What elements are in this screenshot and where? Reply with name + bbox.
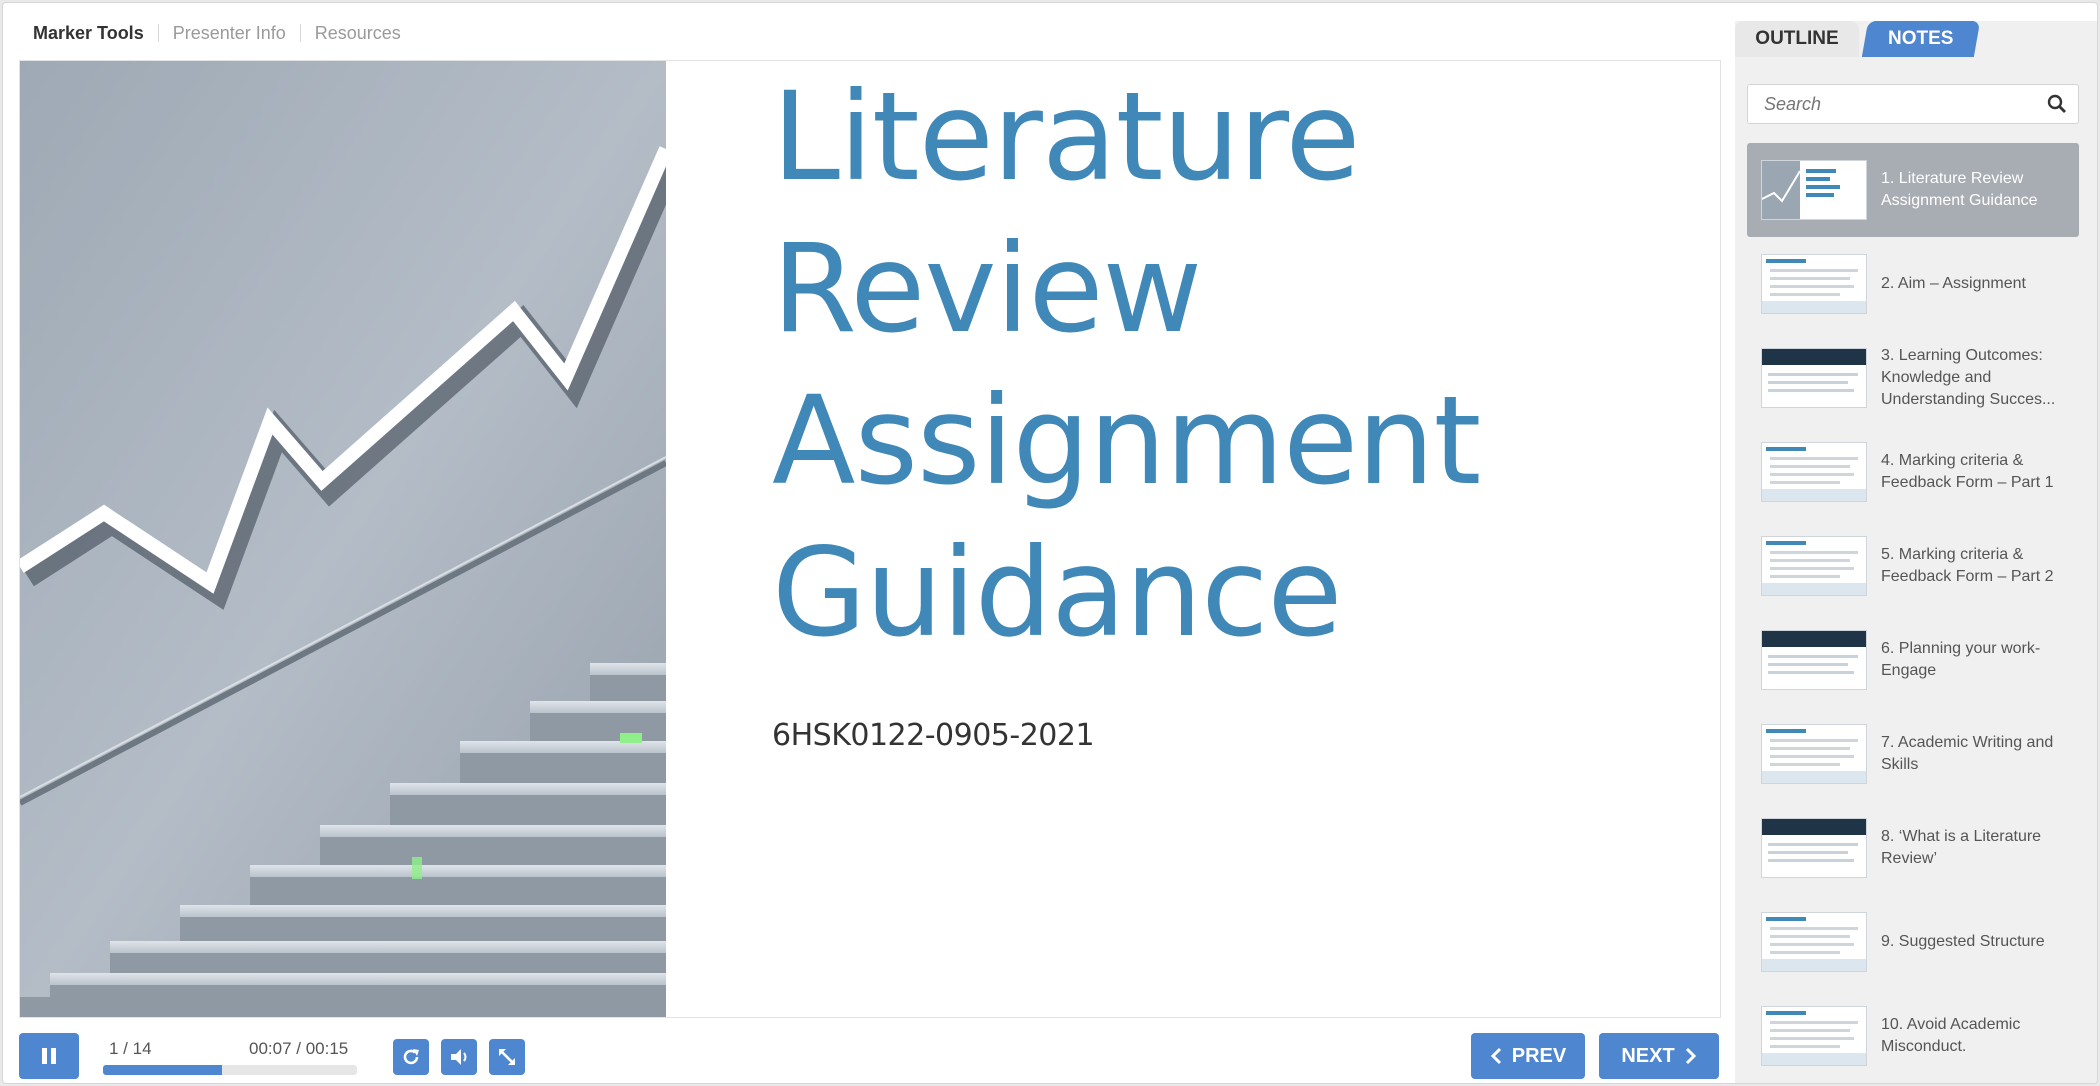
slide-thumbnail <box>1761 536 1867 596</box>
outline-item[interactable]: 9. Suggested Structure <box>1747 895 2079 989</box>
pause-icon <box>42 1048 56 1064</box>
player-controls: 1 / 14 00:07 / 00:15 PREV NEXT <box>19 1029 1719 1079</box>
progress-fill <box>103 1065 223 1075</box>
tab-outline[interactable]: OUTLINE <box>1735 21 1859 57</box>
slide-stage: Literature Review Assignment Guidance 6H… <box>19 60 1721 1018</box>
outline-item[interactable]: 7. Academic Writing and Skills <box>1747 707 2079 801</box>
slide-thumbnail <box>1761 1006 1867 1066</box>
slide-thumbnail <box>1761 818 1867 878</box>
search-input[interactable] <box>1762 93 2036 116</box>
prev-label: PREV <box>1511 1044 1567 1067</box>
outline-item[interactable]: 8. ‘What is a Literature Review’ <box>1747 801 2079 895</box>
marker-tools-link[interactable]: Marker Tools <box>21 24 158 42</box>
volume-icon <box>451 1049 467 1065</box>
outline-list: 1. Literature Review Assignment Guidance… <box>1747 143 2079 1083</box>
slide-thumbnail <box>1761 254 1867 314</box>
slide-title-line: Review <box>772 218 1202 360</box>
outline-item[interactable]: 3. Learning Outcomes: Knowledge and Unde… <box>1747 331 2079 425</box>
volume-button[interactable] <box>441 1039 477 1075</box>
outline-item-label: 6. Planning your work- Engage <box>1881 640 2041 679</box>
outline-item-label: 7. Academic Writing and Skills <box>1881 734 2054 773</box>
prev-button[interactable]: PREV <box>1471 1033 1585 1079</box>
slide-subtitle: 6HSK0122-0905-2021 <box>772 718 1095 753</box>
slide-thumbnail <box>1761 160 1867 220</box>
fullscreen-button[interactable] <box>489 1039 525 1075</box>
replay-icon <box>403 1049 419 1065</box>
outline-item-label: 4. Marking criteria & Feedback Form – Pa… <box>1881 452 2054 491</box>
outline-item[interactable]: 5. Marking criteria & Feedback Form – Pa… <box>1747 519 2079 613</box>
fullscreen-icon <box>499 1049 515 1065</box>
playback-time: 00:07 / 00:15 <box>249 1039 349 1058</box>
outline-item-label: 1. Literature Review Assignment Guidance <box>1881 170 2038 209</box>
outline-item-label: 9. Suggested Structure <box>1881 933 2045 950</box>
replay-button[interactable] <box>393 1039 429 1075</box>
slide-title-line: Assignment <box>772 370 1481 512</box>
resources-link[interactable]: Resources <box>299 24 415 42</box>
next-label: NEXT <box>1621 1044 1675 1067</box>
slide-title: Literature Review Assignment Guidance <box>772 61 1672 669</box>
slide-title-line: Literature <box>772 66 1360 208</box>
outline-item[interactable]: 2. Aim – Assignment <box>1747 237 2079 331</box>
slide-thumbnail <box>1761 442 1867 502</box>
search-box <box>1747 84 2079 124</box>
tab-notes-label: NOTES <box>1888 28 1954 49</box>
slide-thumbnail <box>1761 912 1867 972</box>
progress-bar[interactable] <box>103 1065 357 1075</box>
outline-item[interactable]: 6. Planning your work- Engage <box>1747 613 2079 707</box>
tab-notes[interactable]: NOTES <box>1861 21 1981 57</box>
tab-outline-label: OUTLINE <box>1755 28 1839 49</box>
pause-button[interactable] <box>19 1033 79 1079</box>
next-button[interactable]: NEXT <box>1599 1033 1719 1079</box>
search-icon[interactable] <box>2046 93 2068 115</box>
presenter-info-link[interactable]: Presenter Info <box>157 24 300 42</box>
slide-thumbnail <box>1761 348 1867 408</box>
chevron-left-icon <box>1490 1047 1501 1065</box>
outline-item[interactable]: 1. Literature Review Assignment Guidance <box>1747 143 2079 237</box>
player-window: Marker Tools Presenter Info Resources Li… <box>2 2 2098 1084</box>
outline-item[interactable]: 10. Avoid Academic Misconduct. <box>1747 989 2079 1083</box>
chevron-right-icon <box>1685 1047 1696 1065</box>
top-menu: Marker Tools Presenter Info Resources <box>21 17 415 49</box>
slide-thumbnail <box>1761 724 1867 784</box>
outline-item[interactable]: 4. Marking criteria & Feedback Form – Pa… <box>1747 425 2079 519</box>
outline-item-label: 8. ‘What is a Literature Review’ <box>1881 828 2042 867</box>
outline-item-label: 3. Learning Outcomes: Knowledge and Unde… <box>1881 347 2056 408</box>
staircase-graph-image <box>20 61 666 1017</box>
outline-item-label: 10. Avoid Academic Misconduct. <box>1881 1016 2021 1055</box>
slide-title-line: Guidance <box>772 522 1342 664</box>
sidebar: OUTLINE NOTES 1. Literature Review Assig… <box>1735 21 2097 1083</box>
outline-item-label: 2. Aim – Assignment <box>1881 275 2026 292</box>
slide-counter: 1 / 14 <box>109 1039 152 1058</box>
outline-item-label: 5. Marking criteria & Feedback Form – Pa… <box>1881 546 2054 585</box>
slide-thumbnail <box>1761 630 1867 690</box>
